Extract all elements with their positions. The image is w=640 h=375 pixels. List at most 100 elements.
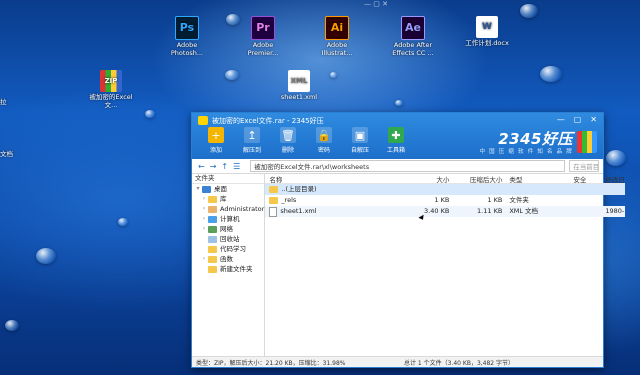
delete-button[interactable]: 🗑 删除: [270, 127, 306, 154]
maximize-button[interactable]: ▢: [574, 115, 582, 124]
expand-arrow-icon[interactable]: ›: [200, 194, 208, 204]
desktop-icon-docx[interactable]: W 工作计划.docx: [462, 16, 512, 48]
tree-header: 文件夹: [192, 174, 265, 184]
minimize-button[interactable]: —: [557, 115, 565, 124]
toolbar-label: 删除: [281, 147, 294, 154]
tree-item-label: 代码学习: [220, 245, 246, 253]
self-extract-button[interactable]: ▣ 自解压: [342, 127, 378, 154]
cell-type: 文件夹: [509, 196, 529, 204]
folder-icon: [208, 245, 217, 253]
expand-arrow-icon[interactable]: ›: [200, 214, 208, 224]
desktop-edge-label[interactable]: 文档: [0, 148, 13, 158]
cell-name: ..(上层目录): [265, 184, 389, 195]
table-row[interactable]: _rels 1 KB 1 KB 文件夹: [265, 195, 625, 206]
water-drop: [225, 70, 239, 80]
cell-compressed-size: 1.11 KB: [477, 207, 503, 215]
folder-icon: [208, 195, 217, 203]
desktop-edge-label[interactable]: 拉: [0, 96, 7, 106]
tree-item[interactable]: 回收站: [192, 234, 264, 244]
desktop-icon-label: Adobe Premier...: [247, 41, 279, 57]
tree-item[interactable]: › Administrator: [192, 204, 265, 214]
folder-icon: [208, 215, 217, 223]
cell-compressed-size: 1 KB: [487, 196, 503, 204]
add-button[interactable]: + 添加: [198, 127, 234, 154]
desktop-icon-premiere[interactable]: Pr Adobe Premier...: [238, 16, 288, 58]
tree-item[interactable]: › 网络: [192, 224, 264, 234]
folder-icon: [269, 197, 279, 204]
column-size[interactable]: 大小: [389, 174, 452, 183]
desktop-icon-xml[interactable]: XML sheet1.xml: [274, 70, 324, 102]
illustrator-icon: Ai: [325, 16, 349, 40]
extract-to-button[interactable]: ↥ 解压到: [234, 127, 270, 154]
forward-arrow-icon[interactable]: →: [210, 162, 217, 171]
toolbar-label: 解压到: [242, 147, 261, 154]
brand-logo-icon: [577, 131, 597, 153]
close-button[interactable]: ✕: [590, 115, 597, 124]
tree-item[interactable]: ▾ 桌面: [192, 184, 264, 194]
desktop-icon-illustrator[interactable]: Ai Adobe Illustrat...: [312, 16, 362, 58]
tree-item-label: 网络: [220, 225, 233, 233]
column-name[interactable]: 名称: [265, 174, 389, 183]
column-compressed-size[interactable]: 压缩后大小: [452, 174, 505, 183]
search-input[interactable]: 在当前目录中搜索(支持包内搜索): [569, 160, 599, 172]
column-type[interactable]: 类型: [505, 174, 569, 183]
tree-item-label: 函数: [220, 255, 233, 263]
photoshop-icon: Ps: [175, 16, 199, 40]
desktop-icon-after-effects[interactable]: Ae Adobe After Effects CC ...: [388, 16, 438, 58]
desktop-icon-label: Adobe Photosh...: [170, 41, 204, 57]
toolbox-icon: ✚: [388, 127, 404, 143]
folder-icon: [269, 186, 279, 193]
up-arrow-icon[interactable]: ↑: [221, 162, 228, 171]
expand-arrow-icon[interactable]: ▾: [194, 184, 202, 194]
water-drop: [606, 150, 626, 166]
folder-icon: [208, 265, 217, 273]
desktop-icon-archive[interactable]: ZIP 被加密的Excel文...: [86, 70, 136, 110]
water-drop: [395, 100, 403, 106]
back-arrow-icon[interactable]: ←: [198, 162, 205, 171]
toolbar: + 添加 ↥ 解压到 🗑 删除 🔒 密码 ▣ 自解压 ✚ 工具箱: [198, 127, 414, 154]
column-security[interactable]: 安全: [569, 174, 601, 183]
view-toggle-icon[interactable]: ☰: [233, 162, 240, 171]
water-drop: [36, 248, 56, 264]
xml-file-icon: XML: [288, 70, 310, 92]
folder-icon: [208, 205, 217, 213]
self-extract-icon: ▣: [352, 127, 368, 143]
tree-item[interactable]: › 计算机: [192, 214, 264, 224]
column-modified[interactable]: 修改日: [601, 174, 625, 183]
cell-type: XML 文档: [509, 207, 539, 215]
archive-icon: ZIP: [100, 70, 122, 92]
folder-icon: [208, 235, 217, 243]
tree-item[interactable]: › 库: [192, 194, 264, 204]
extract-icon: ↥: [244, 127, 260, 143]
folder-icon: [208, 255, 217, 263]
desktop-icon-label: sheet1.xml: [280, 93, 318, 101]
brand-logo-text: 2345好压: [498, 130, 573, 148]
tree-item-label: 桌面: [214, 185, 227, 193]
tree-item[interactable]: 新建文件夹: [192, 264, 264, 274]
password-button[interactable]: 🔒 密码: [306, 127, 342, 154]
after-effects-icon: Ae: [401, 16, 425, 40]
path-input[interactable]: 被加密的Excel文件.rar\xl\worksheets: [250, 160, 566, 172]
file-name: sheet1.xml: [280, 207, 317, 215]
toolbox-button[interactable]: ✚ 工具箱: [378, 127, 414, 154]
column-headers: 名称 大小 压缩后大小 类型 安全 修改日: [265, 174, 625, 184]
desktop-icon-label: 工作计划.docx: [465, 39, 509, 47]
expand-arrow-icon[interactable]: ›: [200, 204, 208, 214]
tree-item[interactable]: 代码学习: [192, 244, 264, 254]
table-row[interactable]: sheet1.xml 3.40 KB 1.11 KB XML 文档 1980-: [265, 206, 625, 217]
expand-arrow-icon[interactable]: ›: [200, 224, 208, 234]
tree-item[interactable]: › 函数: [192, 254, 264, 264]
word-document-icon: W: [476, 16, 498, 38]
brand-slogan: 中 国 压 缩 软 件 知 名 品 牌: [479, 149, 573, 155]
title-bar[interactable]: 被加密的Excel文件.rar - 2345好压 — ▢ ✕ + 添加 ↥ 解压…: [192, 113, 603, 159]
tree-item-label: 新建文件夹: [220, 265, 253, 273]
xml-file-icon: [269, 206, 278, 217]
app-logo-icon: [198, 116, 208, 125]
tree-item-label: 计算机: [220, 215, 240, 223]
water-drop: [330, 72, 337, 78]
cell-name: _rels: [265, 195, 389, 206]
desktop-icon-photoshop[interactable]: Ps Adobe Photosh...: [162, 16, 212, 58]
table-row[interactable]: ..(上层目录): [265, 184, 625, 195]
water-drop: [520, 4, 538, 18]
expand-arrow-icon[interactable]: ›: [200, 254, 208, 264]
